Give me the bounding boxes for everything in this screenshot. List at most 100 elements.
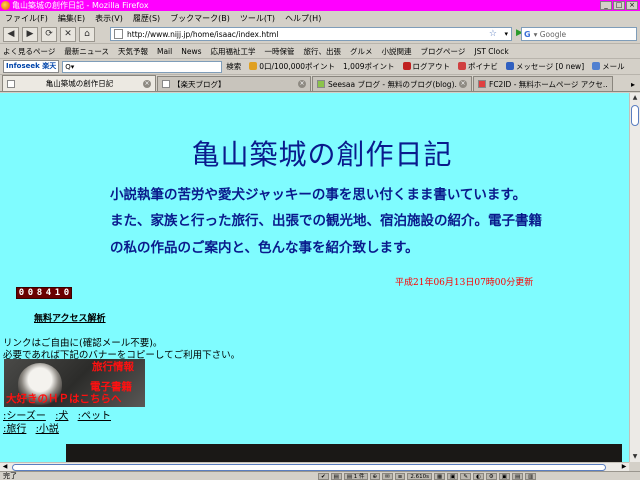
category-link[interactable]: :ペット xyxy=(78,411,111,422)
bookmark-item[interactable]: 最新ニュース xyxy=(64,46,109,57)
tab-page-icon xyxy=(478,80,486,88)
bookmark-item[interactable]: 応用福祉工学 xyxy=(211,46,256,57)
tab[interactable]: Seesaa ブログ - 無料のブログ(blog)... × xyxy=(312,76,472,91)
bookmark-item[interactable]: Mail xyxy=(157,47,172,56)
url-dropdown-icon[interactable]: ▾ xyxy=(504,28,508,40)
tab-close-icon[interactable]: × xyxy=(298,80,306,88)
ponavi-item[interactable]: ポイナビ xyxy=(458,61,498,72)
tab-bar: 亀山築城の創作日記 × 【楽天ブログ】 × Seesaa ブログ - 無料のブロ… xyxy=(0,75,640,92)
vertical-scrollbar[interactable]: ▲ ▼ xyxy=(629,93,640,462)
category-link[interactable]: :旅行 xyxy=(3,424,26,435)
status-text: 完了 xyxy=(3,472,17,480)
addon-icon[interactable]: 2.610s xyxy=(407,473,432,480)
google-icon[interactable]: G xyxy=(524,30,531,39)
coin-icon xyxy=(249,62,258,70)
points-total[interactable]: 1,009ポイント xyxy=(343,61,394,72)
navigation-toolbar: ◀ ▶ ⟳ ✕ ⌂ http://www.nijj.jp/home/isaac/… xyxy=(0,25,640,44)
menu-tools[interactable]: ツール(T) xyxy=(237,13,282,24)
scroll-thumb[interactable] xyxy=(12,464,606,471)
toolbar-search-input[interactable]: Q▾ xyxy=(62,60,223,73)
scroll-up-icon[interactable]: ▲ xyxy=(630,93,640,103)
tab[interactable]: FC2ID - 無料ホームページ アクセ... xyxy=(473,76,613,91)
url-text[interactable]: http://www.nijj.jp/home/isaac/index.html xyxy=(127,30,278,39)
tab[interactable]: 【楽天ブログ】 × xyxy=(157,76,311,91)
message-label: メッセージ [0 new] xyxy=(515,62,585,71)
scroll-left-icon[interactable]: ◀ xyxy=(0,463,10,471)
addon-icon[interactable]: ◐ xyxy=(472,473,484,480)
addon-icon[interactable]: ⚙ xyxy=(485,473,497,480)
tab-scroll-icon[interactable]: ▸ xyxy=(626,78,640,91)
close-button[interactable]: × xyxy=(626,1,638,10)
bookmark-item[interactable]: News xyxy=(181,47,201,56)
addon-icon[interactable]: ✉ xyxy=(382,473,393,480)
maximize-button[interactable]: □ xyxy=(613,1,625,10)
tab-close-icon[interactable]: × xyxy=(459,80,467,88)
search-placeholder[interactable]: ▾ Google xyxy=(534,30,567,39)
menu-help[interactable]: ヘルプ(H) xyxy=(282,13,328,24)
bookmark-item[interactable]: ブログページ xyxy=(421,46,466,57)
menu-bookmarks[interactable]: ブックマーク(B) xyxy=(167,13,237,24)
bookmark-item[interactable]: 天気予報 xyxy=(118,46,148,57)
firefox-icon xyxy=(1,1,10,10)
addon-icon[interactable]: ▥ xyxy=(525,473,537,480)
minimize-button[interactable]: _ xyxy=(600,1,612,10)
addon-icon[interactable]: ⊕ xyxy=(369,473,381,480)
menu-file[interactable]: ファイル(F) xyxy=(2,13,55,24)
stop-button[interactable]: ✕ xyxy=(60,26,76,42)
title-bar: 亀山築城の創作日記 - Mozilla Firefox _ □ × xyxy=(0,0,640,11)
bookmark-item[interactable]: よく見るページ xyxy=(3,46,55,57)
banner-image[interactable]: 旅行情報 電子書籍 大好きのＨＰはこちらへ xyxy=(4,359,145,407)
horizontal-scrollbar[interactable]: ◀ ▶ xyxy=(0,462,629,471)
bookmark-item[interactable]: 小説関連 xyxy=(382,46,412,57)
reload-button[interactable]: ⟳ xyxy=(41,26,57,42)
category-link[interactable]: :小説 xyxy=(36,424,59,435)
tab-close-icon[interactable]: × xyxy=(143,79,151,88)
addon-icons: ✔ ▤ ▤ 1 件 ⊕ ✉ ≡ 2.610s ▦ ▣ ✎ ◐ ⚙ ▣ ▤ ▥ xyxy=(318,472,636,480)
access-analysis-link[interactable]: 無料アクセス解析 xyxy=(34,311,106,324)
bookmark-item[interactable]: 旅行、出張 xyxy=(304,46,342,57)
addon-icon[interactable]: ▣ xyxy=(498,473,510,480)
menu-edit[interactable]: 編集(E) xyxy=(55,13,92,24)
addon-icon[interactable]: ▣ xyxy=(447,473,459,480)
scroll-right-icon[interactable]: ▶ xyxy=(619,463,629,471)
logout-item[interactable]: ログアウト xyxy=(402,61,450,72)
addon-icon[interactable]: ≡ xyxy=(394,473,406,480)
bookmark-item[interactable]: グルメ xyxy=(350,46,373,57)
address-bar[interactable]: http://www.nijj.jp/home/isaac/index.html… xyxy=(110,27,512,41)
page-title: 亀山築城の創作日記 xyxy=(191,138,453,171)
addon-icon[interactable]: ▤ 1 件 xyxy=(343,473,368,480)
bookmark-item[interactable]: 一時保管 xyxy=(265,46,295,57)
points-item[interactable]: 0口/100,000ポイント xyxy=(249,61,335,72)
mail-item[interactable]: メール xyxy=(592,61,625,72)
bookmark-item[interactable]: JST Clock xyxy=(474,47,508,56)
ponavi-icon xyxy=(458,62,467,70)
counter-digit: 0 xyxy=(62,288,71,298)
search-box[interactable]: G ▾ Google xyxy=(521,27,637,41)
addon-icon[interactable]: ▦ xyxy=(433,473,446,480)
back-button[interactable]: ◀ xyxy=(3,26,19,42)
counter-digit: 1 xyxy=(53,288,62,298)
addon-icon[interactable]: ✔ xyxy=(318,473,329,480)
scroll-thumb[interactable] xyxy=(631,105,639,126)
intro-line: の私の作品のご案内と、色んな事を紹介致します。 xyxy=(110,240,419,256)
addon-icon[interactable]: ✎ xyxy=(460,473,471,480)
message-icon xyxy=(505,62,514,70)
window-title: 亀山築城の創作日記 - Mozilla Firefox xyxy=(12,1,149,10)
mail-label: メール xyxy=(602,62,625,71)
access-counter: 0 0 8 4 1 0 xyxy=(16,287,72,299)
ponavi-label: ポイナビ xyxy=(468,62,498,71)
infoseek-logo[interactable]: Infoseek 楽天 xyxy=(3,60,60,73)
message-item[interactable]: メッセージ [0 new] xyxy=(505,61,585,72)
addon-icon[interactable]: ▤ xyxy=(511,473,524,480)
tab-label: FC2ID - 無料ホームページ アクセ... xyxy=(489,79,608,89)
toolbar-search-button[interactable]: 検索 xyxy=(226,61,241,72)
forward-button[interactable]: ▶ xyxy=(22,26,38,42)
counter-digit: 0 xyxy=(26,288,35,298)
menu-history[interactable]: 履歴(S) xyxy=(130,13,167,24)
home-button[interactable]: ⌂ xyxy=(79,26,95,42)
bookmark-star-icon[interactable]: ☆ xyxy=(489,28,497,40)
menu-view[interactable]: 表示(V) xyxy=(92,13,130,24)
tab-active[interactable]: 亀山築城の創作日記 × xyxy=(2,75,156,91)
scroll-down-icon[interactable]: ▼ xyxy=(630,452,640,462)
addon-icon[interactable]: ▤ xyxy=(330,473,342,480)
